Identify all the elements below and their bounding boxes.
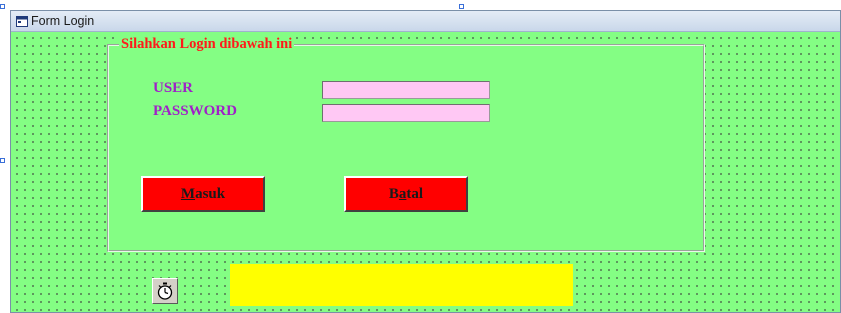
user-input[interactable] bbox=[322, 81, 490, 99]
resize-handle-top-left[interactable] bbox=[0, 4, 5, 9]
batal-label-rest: tal bbox=[406, 185, 424, 202]
title-bar[interactable]: Form Login bbox=[11, 11, 840, 32]
password-input[interactable] bbox=[322, 104, 490, 122]
window-title: Form Login bbox=[31, 14, 95, 28]
form-window: Form Login Silahkan Login dibawah ini US… bbox=[10, 10, 841, 313]
masuk-label-rest: asuk bbox=[195, 185, 226, 202]
user-label: USER bbox=[153, 80, 194, 96]
password-label: PASSWORD bbox=[153, 103, 237, 119]
batal-button[interactable]: Ba tal bbox=[344, 176, 468, 212]
stopwatch-icon bbox=[157, 282, 173, 300]
timer-control[interactable] bbox=[152, 278, 178, 304]
resize-handle-top-middle[interactable] bbox=[459, 4, 464, 9]
form-icon bbox=[16, 15, 28, 27]
frame-caption: Silahkan Login dibawah ini bbox=[119, 36, 295, 52]
resize-handle-middle-left[interactable] bbox=[0, 158, 5, 163]
login-frame: Silahkan Login dibawah ini USER PASSWORD… bbox=[107, 36, 705, 252]
status-panel bbox=[230, 264, 573, 306]
batal-hotkey: a bbox=[398, 185, 407, 202]
masuk-hotkey: M bbox=[180, 185, 196, 202]
batal-label-lead: B bbox=[388, 185, 399, 202]
masuk-button[interactable]: Masuk bbox=[141, 176, 265, 212]
form-canvas: Silahkan Login dibawah ini USER PASSWORD… bbox=[11, 32, 840, 312]
